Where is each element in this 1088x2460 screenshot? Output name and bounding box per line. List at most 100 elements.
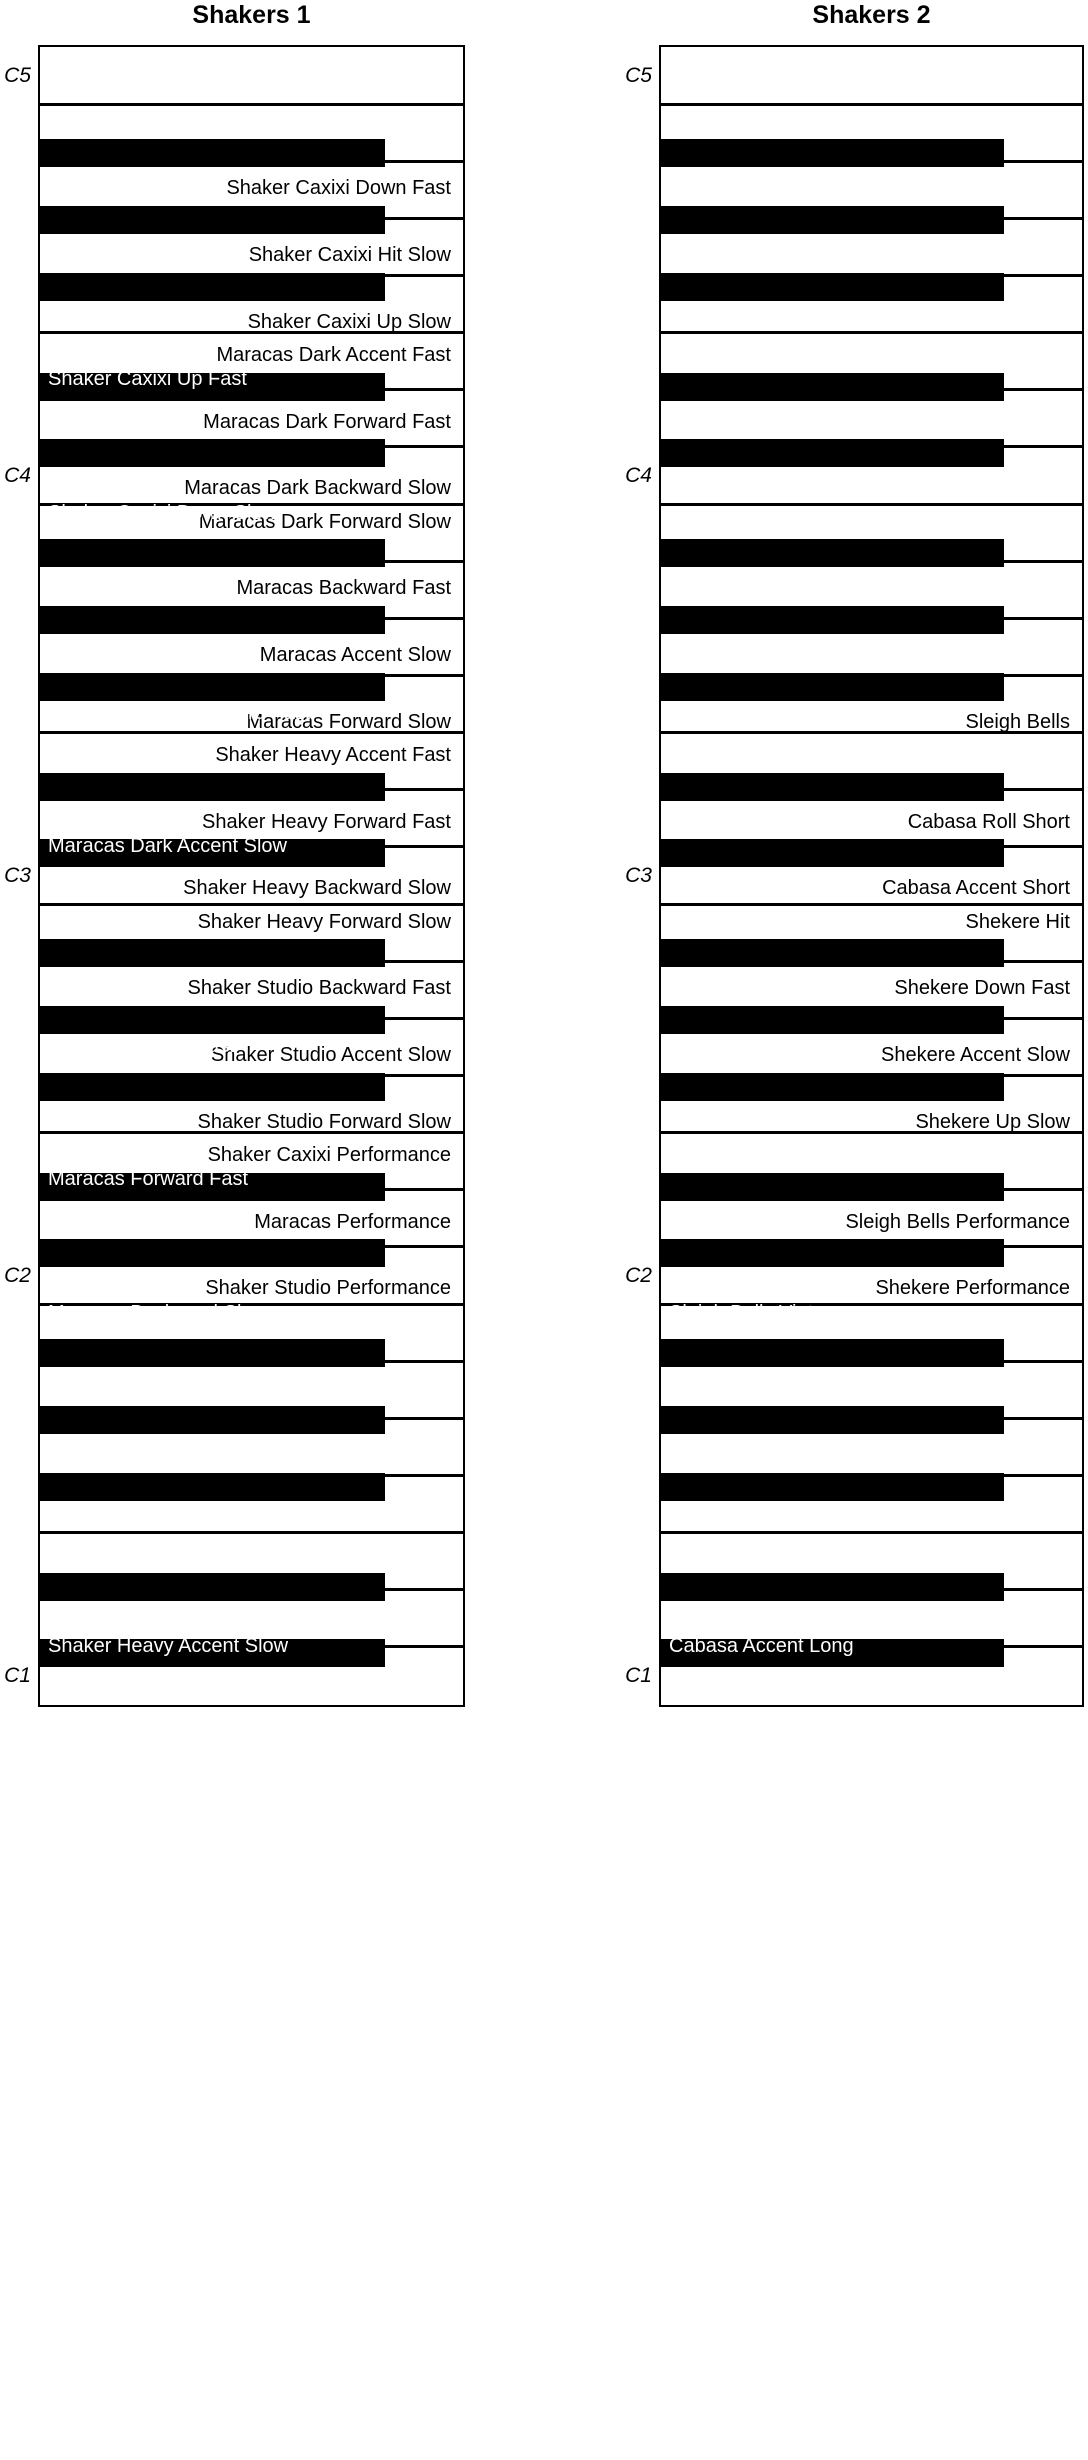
key-label: Maracas Accent Slow [259, 644, 451, 667]
black-key-fs4[interactable]: Shaker Caxixi Down Slow [40, 272, 385, 524]
black-key-gs2[interactable]: Shaker Studio Forward Fast [40, 1006, 385, 1990]
octave-label-c2: C2 [625, 1263, 652, 1287]
key-label: Shaker Caxixi Hit Fast [48, 234, 246, 257]
black-key-fs1[interactable] [661, 1472, 1004, 1501]
octave-label-c5: C5 [625, 64, 652, 88]
keyboard-shakers-2: Shekere Performance Cabasa Performance Sle… [659, 45, 1084, 2457]
black-key-as2[interactable]: Shekere Accent Fast [661, 939, 1004, 1857]
key-label: Shaker Caxixi Up Slow [247, 310, 451, 333]
black-key-gs3[interactable] [661, 606, 1004, 635]
black-key-gs4[interactable] [661, 206, 1004, 235]
black-key-cs4[interactable]: Maracas Dark Accent Slow [40, 439, 385, 857]
keyboard-title-shakers-2: Shakers 2 [812, 1, 931, 29]
key-label: Sleigh Bells Vintage Performance [669, 2301, 967, 2324]
key-label: Sleigh Bells Performance [845, 1210, 1070, 1233]
key-label: Shaker Studio Accent Fast [48, 1834, 284, 1857]
black-key-fs3[interactable]: Sleigh Bells Vintage [661, 672, 1004, 1324]
black-key-gs3[interactable]: Maracas Forward Fast [40, 606, 385, 1190]
key-label: Maracas Backward Slow [48, 1301, 267, 1324]
key-label: Shaker Caxixi Down Slow [48, 501, 277, 524]
octave-label-c1: C1 [625, 1663, 652, 1687]
black-key-cs2[interactable]: Shaker Heavy Performance [40, 1239, 385, 2457]
black-key-fs3[interactable]: Maracas Backward Slow [40, 672, 385, 1324]
key-label: Shaker Heavy Accent Fast [215, 744, 451, 767]
key-label: Shaker Studio Forward Fast [48, 1968, 297, 1991]
black-key-as4[interactable]: Shaker Caxixi Hit Fast [40, 139, 385, 257]
white-key-c5[interactable] [40, 47, 463, 104]
white-key-divider [40, 102, 463, 106]
key-label: Shekere Accent Slow [881, 1044, 1070, 1067]
octave-label-c5: C5 [4, 64, 31, 88]
black-key-gs4[interactable]: Shaker Caxixi Up Fast [40, 206, 385, 390]
black-key-as1[interactable] [661, 1339, 1004, 1368]
black-key-ds2[interactable]: Sleigh Bells Vintage Performance [661, 1172, 1004, 2323]
key-label: Maracas Performance [254, 1210, 451, 1233]
black-key-fs4[interactable] [661, 272, 1004, 301]
key-label: Shekere Up Fast [669, 1968, 820, 1991]
black-key-ds3[interactable]: Cabasa Roll Long [661, 772, 1004, 1523]
black-key-ds3[interactable]: Shaker Heavy Backward Fast [40, 772, 385, 1523]
key-label: Shaker Studio Accent Slow [210, 1044, 451, 1067]
key-label: Sleigh Bells [965, 710, 1070, 733]
key-label: Shaker Studio Forward Slow [197, 1110, 451, 1133]
key-label: Maracas Dark Forward Fast [203, 410, 451, 433]
black-key-as3[interactable]: Maracas Accent Fast [40, 539, 385, 1057]
key-label: Shaker Heavy Forward Slow [197, 910, 451, 933]
key-label: Cabasa Accent Long [669, 1634, 854, 1657]
black-key-ds1[interactable] [661, 1572, 1004, 1601]
keyboard-shakers-1: Shaker Studio Performance Shaker Heavy Pe… [38, 45, 465, 2457]
white-key-divider [661, 902, 1082, 906]
black-key-cs4[interactable] [661, 439, 1004, 468]
key-label: Maracas Dark Performance [48, 2301, 293, 2324]
key-label: Maracas Dark Accent Fast [216, 344, 451, 367]
key-label: Shekere Down Fast [894, 977, 1070, 1000]
black-key-fs2[interactable]: Shekere Down Slow [661, 1072, 1004, 2123]
black-key-as3[interactable] [661, 539, 1004, 568]
key-label: Cabasa Roll Short [907, 810, 1070, 833]
black-key-as1[interactable] [40, 1339, 385, 1368]
key-label: Shaker Heavy Performance [48, 2434, 294, 2457]
black-key-cs2[interactable]: Cabasa Performance [661, 1239, 1004, 2457]
key-label: Shekere Performance [875, 1277, 1070, 1300]
white-key-divider [40, 1531, 463, 1535]
white-key-divider [40, 902, 463, 906]
white-key-c5[interactable] [661, 47, 1082, 104]
keyboard-title-shakers-1: Shakers 1 [192, 1, 311, 29]
key-label: Shekere Down Slow [669, 2101, 850, 2124]
black-key-as4[interactable] [661, 139, 1004, 168]
key-label: Shaker Studio Backward Fast [187, 977, 451, 1000]
white-key-divider [661, 502, 1082, 506]
key-label: Shekere Accent Fast [669, 1834, 854, 1857]
white-key-divider [661, 102, 1082, 106]
white-key-divider [661, 331, 1082, 335]
key-label: Shekere Up Slow [915, 1110, 1070, 1133]
black-key-gs1[interactable] [40, 1406, 385, 1435]
black-key-gs1[interactable] [661, 1406, 1004, 1435]
key-label: Shaker Caxixi Hit Slow [248, 244, 451, 267]
key-label: Sleigh Bells Vintage [669, 1301, 847, 1324]
key-label: Shaker Heavy Backward Slow [183, 877, 451, 900]
key-label: Cabasa Roll Long [669, 1501, 828, 1524]
key-label: Maracas Backward Fast [236, 577, 451, 600]
octave-label-c4: C4 [625, 464, 652, 488]
octave-label-c3: C3 [625, 864, 652, 887]
key-label: Shaker Heavy Accent Slow [48, 1634, 289, 1657]
octave-label-c3: C3 [4, 864, 31, 887]
black-key-as2[interactable]: Shaker Studio Accent Fast [40, 939, 385, 1857]
key-label: Maracas Forward Fast [48, 1168, 249, 1191]
key-label: Cabasa Accent Short [882, 877, 1070, 900]
key-label: Cabasa Performance [669, 2434, 858, 2457]
black-key-fs2[interactable]: Shaker Studio Backward Slow [40, 1072, 385, 2123]
key-label: Shekere Hit [965, 910, 1071, 933]
octave-label-c1: C1 [4, 1663, 31, 1687]
key-label: Shaker Caxixi Up Fast [48, 368, 247, 391]
key-label: Maracas Dark Backward Fast [48, 701, 311, 724]
black-key-fs1[interactable] [40, 1472, 385, 1501]
black-key-gs2[interactable]: Shekere Up Fast [661, 1006, 1004, 1990]
key-label: Shaker Heavy Backward Fast [48, 1501, 312, 1524]
key-label: Maracas Accent Fast [48, 1034, 235, 1057]
key-label: Shaker Caxixi Down Fast [226, 177, 451, 200]
black-key-cs3[interactable]: Cabasa Accent Long [661, 839, 1004, 1657]
black-key-ds4[interactable] [661, 372, 1004, 401]
black-key-ds1[interactable] [40, 1572, 385, 1601]
